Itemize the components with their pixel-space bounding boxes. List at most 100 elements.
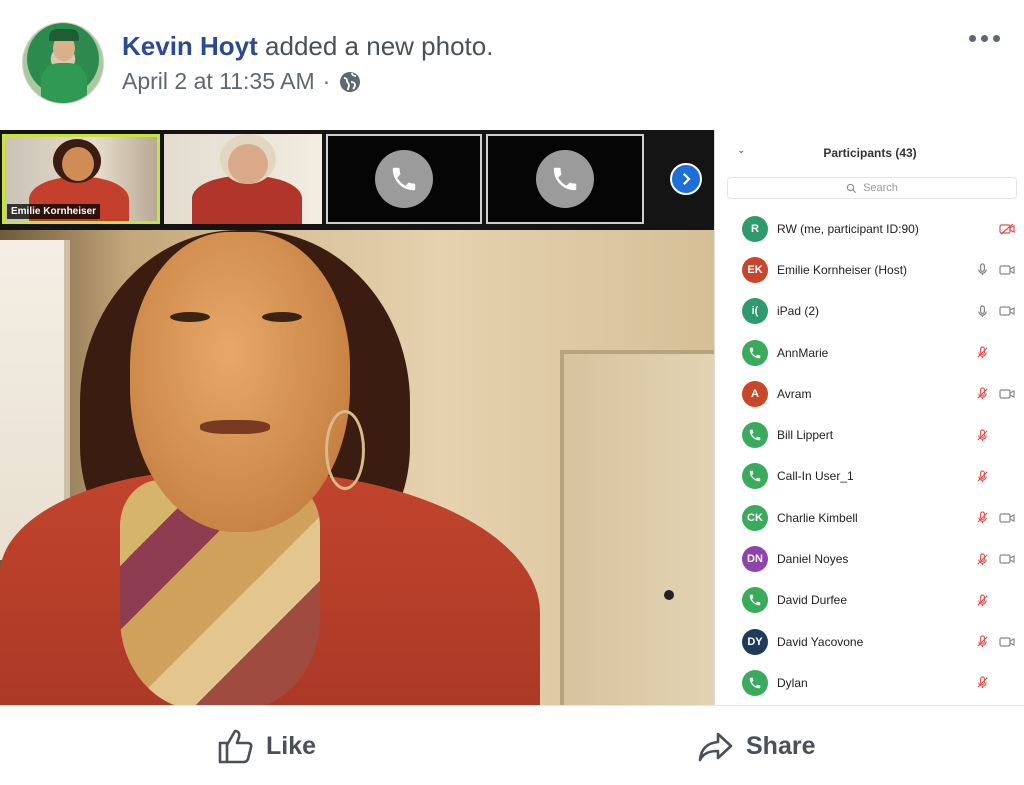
zoom-video-area: Emilie Kornheiser [0, 130, 714, 705]
mic-muted-icon[interactable] [975, 346, 989, 360]
camera-icon[interactable] [999, 264, 1015, 276]
author-avatar[interactable] [22, 22, 104, 104]
post-meta: April 2 at 11:35 AM · [122, 68, 362, 95]
post-action-bar: Like Share [0, 705, 1024, 785]
more-dots-icon [980, 34, 988, 42]
participant-row[interactable]: R RW (me, participant ID:90) [715, 208, 1024, 249]
participant-avatar: DN [742, 546, 768, 573]
participant-avatar: R [742, 215, 768, 242]
post-title: Kevin Hoyt added a new photo. [122, 30, 493, 62]
participants-panel: ⌄ Participants (43) Search R RW (me, part… [714, 130, 1024, 705]
speaker-eye [262, 312, 302, 322]
search-icon [846, 183, 857, 193]
participant-name: Avram [777, 386, 812, 401]
participant-name: iPad (2) [777, 304, 820, 319]
globe-icon[interactable] [338, 70, 362, 94]
participant-name: Bill Lippert [777, 428, 834, 443]
post-action-text: added a new photo. [257, 31, 494, 61]
chevron-right-icon [682, 172, 691, 186]
camera-icon[interactable] [999, 512, 1015, 524]
mic-muted-icon[interactable] [975, 552, 989, 566]
speaker-face [130, 232, 350, 532]
phone-icon [742, 422, 768, 449]
participant-row[interactable]: David Durfee [715, 580, 1024, 621]
search-placeholder: Search [863, 182, 898, 194]
thumbs-up-icon [218, 729, 253, 764]
participant-row[interactable]: EK Emilie Kornheiser (Host) [715, 249, 1024, 290]
participant-avatar: CK [742, 504, 768, 531]
phone-icon [742, 463, 768, 490]
more-options-button[interactable] [964, 28, 1004, 48]
participant-name: Dylan [777, 675, 808, 690]
participant-row[interactable]: AnnMarie [715, 332, 1024, 373]
participant-row[interactable]: A Avram [715, 373, 1024, 414]
post-timestamp[interactable]: April 2 at 11:35 AM [122, 68, 315, 95]
thumbnail-phone-1[interactable] [326, 134, 482, 224]
avatar-figure-body [41, 63, 87, 103]
participant-row[interactable]: Dylan [715, 662, 1024, 703]
participant-row[interactable]: CK Charlie Kimbell [715, 497, 1024, 538]
mic-muted-icon[interactable] [975, 635, 989, 649]
participant-row[interactable]: Bill Lippert [715, 414, 1024, 455]
phone-icon [742, 587, 768, 614]
speaker-earring [325, 410, 365, 490]
participant-row[interactable]: DN Daniel Noyes [715, 538, 1024, 579]
mic-muted-icon[interactable] [975, 469, 989, 483]
participant-row[interactable]: Call-In User_1 [715, 456, 1024, 497]
more-dots-icon [968, 34, 976, 42]
participant-name: RW (me, participant ID:90) [777, 221, 919, 236]
mic-muted-icon[interactable] [975, 387, 989, 401]
avatar-figure-hat [49, 29, 79, 41]
share-button[interactable]: Share [696, 726, 815, 766]
thumbnail-participant-2[interactable] [164, 134, 322, 224]
participant-avatar: EK [742, 256, 768, 283]
background-door [560, 350, 714, 705]
thumbnail-emilie[interactable]: Emilie Kornheiser [2, 134, 160, 224]
thumbnail-phone-2[interactable] [486, 134, 644, 224]
author-name-link[interactable]: Kevin Hoyt [122, 31, 258, 61]
phone-icon [742, 669, 768, 696]
camera-icon[interactable] [999, 553, 1015, 565]
mic-muted-icon[interactable] [975, 511, 989, 525]
thumbnail-person-face [62, 147, 94, 181]
participant-name: David Durfee [777, 593, 848, 608]
mic-muted-icon[interactable] [975, 428, 989, 442]
mic-icon[interactable] [975, 263, 989, 277]
participants-search-input[interactable]: Search [727, 177, 1017, 199]
next-page-button[interactable] [670, 163, 702, 195]
zoom-thumbnail-strip: Emilie Kornheiser [0, 130, 714, 230]
post-photo[interactable]: Emilie Kornheiser ⌄ Participants (43) Se… [0, 130, 1024, 705]
phone-icon [375, 150, 433, 208]
speaker-eye [170, 312, 210, 322]
camera-icon[interactable] [999, 305, 1015, 317]
speaker-mouth [200, 420, 270, 434]
participant-name: Emilie Kornheiser (Host) [777, 262, 908, 277]
like-label: Like [266, 731, 317, 760]
share-arrow-icon [698, 732, 733, 762]
camera-icon[interactable] [999, 636, 1015, 648]
post-header: Kevin Hoyt added a new photo. April 2 at… [0, 0, 1024, 130]
participant-avatar: i( [742, 298, 768, 325]
mic-muted-icon[interactable] [975, 676, 989, 690]
mic-icon[interactable] [975, 304, 989, 318]
participants-title: Participants (43) [823, 146, 917, 160]
thumbnail-person-face [228, 144, 268, 184]
participant-avatar: DY [742, 628, 768, 655]
camera-icon[interactable] [999, 388, 1015, 400]
thumbnail-name-label: Emilie Kornheiser [7, 204, 101, 219]
phone-icon [742, 339, 768, 366]
main-speaker-video[interactable] [0, 230, 714, 705]
camera-off-icon[interactable] [999, 223, 1015, 235]
like-button[interactable]: Like [216, 726, 316, 766]
participant-name: Daniel Noyes [777, 552, 849, 567]
participant-row[interactable]: DY David Yacovone [715, 621, 1024, 662]
mic-muted-icon[interactable] [975, 593, 989, 607]
participants-header: ⌄ Participants (43) [715, 136, 1024, 166]
participant-row[interactable]: i( iPad (2) [715, 291, 1024, 332]
participant-avatar: A [742, 380, 768, 407]
more-dots-icon [992, 34, 1000, 42]
meta-separator: · [322, 68, 331, 94]
participant-name: David Yacovone [777, 634, 864, 649]
participant-name: Call-In User_1 [777, 469, 854, 484]
participant-name: AnnMarie [777, 345, 829, 360]
